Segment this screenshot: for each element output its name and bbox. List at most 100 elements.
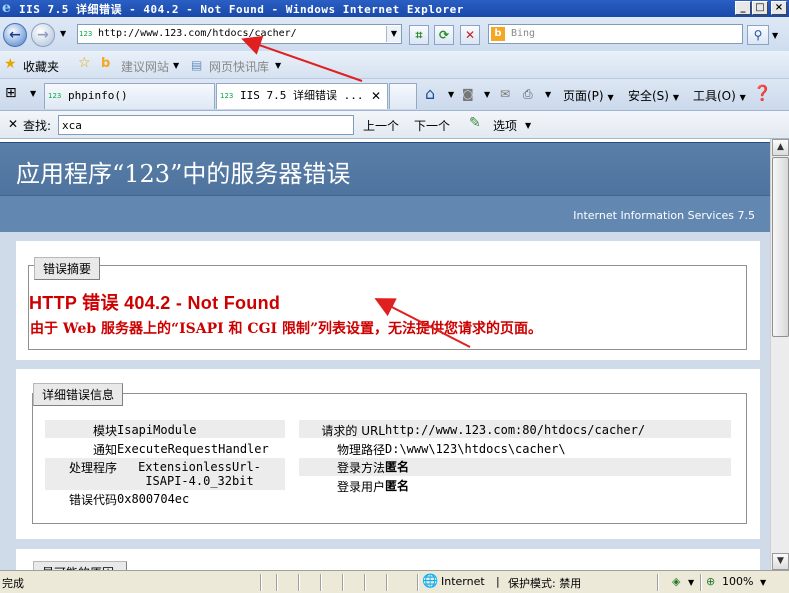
new-tab-button[interactable]: [389, 83, 417, 109]
safety-menu[interactable]: 安全(S) ▼: [628, 87, 679, 104]
detail-label: 登录用户: [336, 480, 385, 494]
maximize-button[interactable]: □: [752, 1, 768, 15]
tab-iis-error[interactable]: 123 IIS 7.5 详细错误 ... ✕: [216, 83, 388, 109]
find-next-button[interactable]: 下一个: [414, 117, 450, 134]
feeds-dropdown-icon[interactable]: ▼: [484, 90, 490, 99]
print-icon[interactable]: ⎙: [523, 87, 533, 102]
favorites-button[interactable]: 收藏夹: [23, 58, 59, 75]
bing-small-icon: b: [101, 56, 111, 71]
address-dropdown-icon[interactable]: ▼: [386, 26, 401, 42]
zoom-icon[interactable]: ⊕: [706, 575, 715, 588]
favorites-star-icon: ★: [4, 56, 17, 72]
home-icon[interactable]: ⌂: [425, 84, 435, 103]
quick-tabs-icon[interactable]: ⊞: [5, 85, 17, 101]
detail-value: 匿名: [385, 460, 410, 474]
address-bar[interactable]: 123 http://www.123.com/htdocs/cacher/ ▼: [77, 24, 402, 44]
find-previous-button[interactable]: 上一个: [363, 117, 399, 134]
favorites-bar: ★ 收藏夹 ☆ b 建议网站 ▼ ▤ 网页快讯库 ▼: [0, 51, 789, 79]
favicon-icon: 123: [48, 92, 62, 100]
zoom-dropdown-icon[interactable]: ▼: [760, 578, 766, 587]
detail-label: 错误代码: [68, 493, 117, 507]
tab-label: phpinfo(): [68, 89, 128, 102]
detail-label: 物理路径: [336, 443, 385, 457]
page-content: 应用程序“123”中的服务器错误 Internet Information Se…: [0, 139, 770, 570]
search-options-dropdown-icon[interactable]: ▼: [772, 31, 778, 40]
ie-logo-icon: e: [2, 0, 11, 16]
detail-value: 匿名: [385, 479, 410, 493]
close-window-button[interactable]: ×: [771, 1, 787, 15]
feeds-icon[interactable]: ◙: [462, 87, 474, 101]
close-tab-icon[interactable]: ✕: [371, 89, 381, 103]
detail-label: 登录方法: [336, 461, 385, 475]
find-input[interactable]: xca: [58, 115, 354, 135]
minimize-button[interactable]: _: [735, 1, 751, 15]
tools-menu-label: 工具(O): [693, 89, 736, 103]
detail-value: IsapiModule: [117, 423, 197, 437]
detail-value: 0x800704ec: [117, 492, 190, 506]
zoom-level[interactable]: 100%: [722, 575, 753, 588]
tab-bar: ⊞ ▼ 123 phpinfo() 123 IIS 7.5 详细错误 ... ✕ ⌂…: [0, 79, 789, 111]
suggested-sites-dropdown-icon[interactable]: ▼: [173, 61, 179, 70]
protected-mode-sep: |: [496, 575, 500, 588]
add-favorite-icon[interactable]: ☆: [78, 55, 91, 71]
close-find-icon[interactable]: ✕: [8, 117, 18, 131]
find-label: 查找:: [23, 119, 52, 133]
protected-mode-text: 保护模式: 禁用: [508, 577, 582, 590]
error-title: HTTP 错误 404.2 - Not Found: [29, 293, 281, 313]
refresh-button[interactable]: ⟳: [434, 25, 454, 45]
search-box[interactable]: b Bing: [488, 24, 743, 44]
print-dropdown-icon[interactable]: ▼: [545, 90, 551, 99]
home-dropdown-icon[interactable]: ▼: [448, 90, 454, 99]
scroll-down-icon[interactable]: ▼: [772, 553, 789, 570]
security-dropdown-icon[interactable]: ▼: [688, 578, 694, 587]
help-icon[interactable]: ❓: [753, 84, 772, 102]
find-bar: ✕ 查找: xca 上一个 下一个 ✎ 选项 ▼: [0, 111, 789, 139]
causes-card: 最可能的原因:: [16, 549, 760, 570]
header-subbar: Internet Information Services 7.5: [0, 195, 770, 232]
page-header: 应用程序“123”中的服务器错误 Internet Information Se…: [0, 142, 770, 232]
page-menu-label: 页面(P): [563, 89, 604, 103]
detail-label: 通知: [92, 443, 117, 457]
details-legend: 详细错误信息: [33, 383, 124, 406]
tab-phpinfo[interactable]: 123 phpinfo(): [44, 83, 215, 109]
favicon-icon: 123: [79, 30, 93, 38]
detail-label: 处理程序: [68, 461, 117, 475]
url-text[interactable]: http://www.123.com/htdocs/cacher/: [98, 28, 297, 39]
status-bar: 完成 🌐 Internet | 保护模式: 禁用 ◈ ▼ ⊕ 100% ▼: [0, 570, 789, 593]
compatibility-view-button[interactable]: ⌗: [409, 25, 429, 45]
find-options-dropdown-icon[interactable]: ▼: [525, 121, 531, 130]
detail-label: 模块: [92, 424, 117, 438]
forward-button[interactable]: →: [31, 23, 55, 47]
favicon-icon: 123: [220, 92, 234, 100]
title-bar: e IIS 7.5 详细错误 - 404.2 - Not Found - Win…: [0, 0, 789, 17]
read-mail-icon[interactable]: ✉: [500, 87, 510, 101]
scroll-up-icon[interactable]: ▲: [772, 139, 789, 156]
page-menu[interactable]: 页面(P) ▼: [563, 87, 614, 104]
search-placeholder[interactable]: Bing: [511, 28, 535, 39]
window-title: IIS 7.5 详细错误 - 404.2 - Not Found - Windo…: [19, 3, 464, 16]
page-title: 应用程序“123”中的服务器错误: [16, 160, 351, 188]
error-description: 由于 Web 服务器上的“ISAPI 和 CGI 限制”列表设置，无法提供您请求…: [30, 321, 542, 337]
search-button[interactable]: ⚲: [747, 25, 769, 45]
causes-legend: 最可能的原因:: [33, 561, 128, 570]
web-slice-dropdown-icon[interactable]: ▼: [275, 61, 281, 70]
scroll-thumb[interactable]: [772, 157, 789, 337]
stop-button[interactable]: ✕: [460, 25, 480, 45]
tools-menu[interactable]: 工具(O) ▼: [693, 87, 746, 104]
detail-value: http://www.123.com:80/htdocs/cacher/: [385, 423, 646, 437]
internet-zone-icon: 🌐: [422, 574, 439, 589]
bing-logo-icon: b: [491, 27, 505, 41]
recent-pages-dropdown-icon[interactable]: ▼: [60, 29, 66, 38]
find-options-button[interactable]: 选项: [493, 117, 517, 134]
back-button[interactable]: ←: [3, 23, 27, 47]
navigation-bar: ← → ▼ 123 http://www.123.com/htdocs/cach…: [0, 17, 789, 51]
suggested-sites-link[interactable]: 建议网站: [121, 58, 169, 75]
web-slice-gallery-link[interactable]: 网页快讯库: [209, 58, 269, 75]
highlight-icon[interactable]: ✎: [469, 115, 481, 131]
tab-list-dropdown-icon[interactable]: ▼: [30, 89, 36, 98]
detail-label: 请求的 URL: [321, 424, 385, 438]
safety-menu-label: 安全(S): [628, 89, 669, 103]
vertical-scrollbar[interactable]: ▲ ▼: [770, 139, 789, 570]
tab-label: IIS 7.5 详细错误 ...: [240, 89, 364, 102]
security-status-icon[interactable]: ◈: [672, 575, 680, 588]
